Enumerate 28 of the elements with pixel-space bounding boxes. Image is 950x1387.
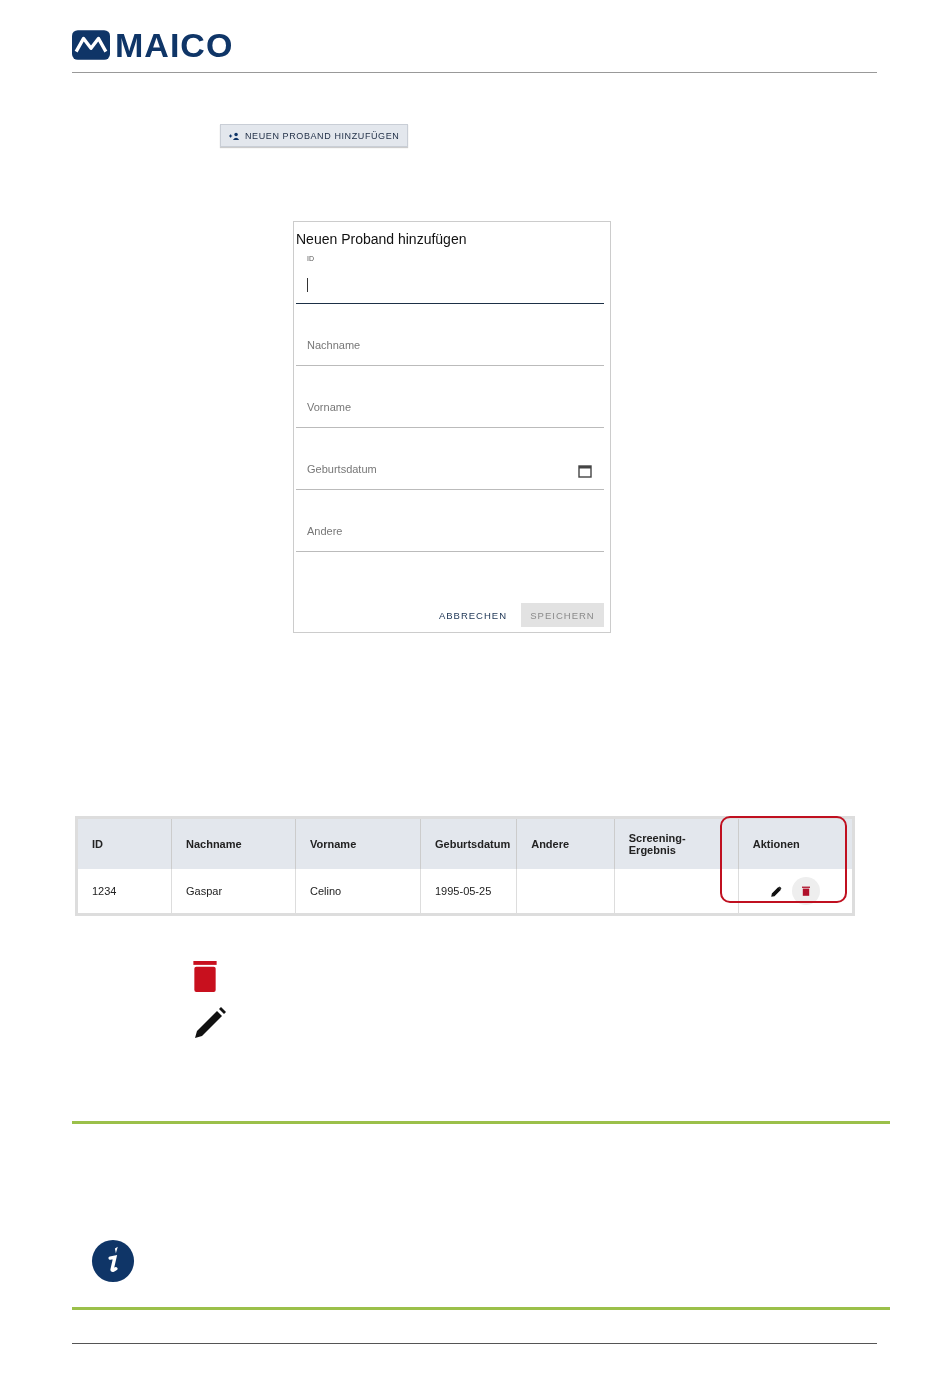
calendar-icon[interactable] [578, 464, 592, 478]
column-header: Screening-Ergebnis [614, 817, 739, 869]
table-cell: 1995-05-25 [420, 869, 517, 915]
dialog-title: Neuen Proband hinzufügen [296, 231, 468, 247]
logo-icon [72, 27, 110, 63]
column-header: Geburtsdatum [420, 817, 517, 869]
column-header: ID [76, 817, 172, 869]
input-field[interactable]: Nachname [296, 304, 604, 366]
column-header: Aktionen [738, 817, 854, 869]
trash-icon [801, 886, 810, 896]
input-field[interactable]: Vorname [296, 366, 604, 428]
add-subject-button[interactable]: NEUEN PROBAND HINZUFÜGEN [220, 124, 409, 147]
logo-text: MAICO [115, 27, 234, 63]
input-field[interactable]: Geburtsdatum [296, 428, 604, 490]
pencil-icon [193, 1006, 227, 1040]
table-cell: 1234 [76, 869, 172, 915]
column-header: Nachname [171, 817, 296, 869]
table-cell: Gaspar [171, 869, 296, 915]
column-header: Vorname [295, 817, 421, 869]
edit-icon[interactable] [770, 885, 782, 897]
cancel-button[interactable]: ABBRECHEN [436, 603, 509, 627]
add-person-icon [229, 131, 240, 140]
info-icon [91, 1239, 135, 1283]
column-header: Andere [516, 817, 615, 869]
trash-icon [193, 961, 217, 992]
table-cell: Celino [295, 869, 421, 915]
input-field[interactable]: Andere [296, 490, 604, 552]
delete-button[interactable] [791, 877, 820, 905]
